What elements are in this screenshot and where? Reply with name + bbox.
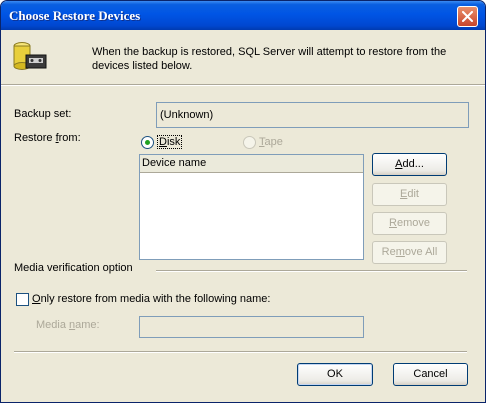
only-restore-media-label[interactable]: Only restore from media with the followi… xyxy=(32,293,270,305)
window-title: Choose Restore Devices xyxy=(9,8,141,23)
tape-radio-label[interactable]: Tape xyxy=(259,136,283,148)
database-tape-icon xyxy=(13,42,47,70)
backup-set-field: (Unknown) xyxy=(156,102,469,128)
tape-radio[interactable] xyxy=(243,136,256,149)
restore-from-label: Restore from: xyxy=(14,132,81,144)
media-verification-label: Media verification option xyxy=(14,262,133,274)
cancel-button[interactable]: Cancel xyxy=(393,363,468,386)
backup-set-label: Backup set: xyxy=(14,108,72,120)
close-button[interactable] xyxy=(457,6,478,27)
remove-all-button[interactable]: Remove All xyxy=(372,241,447,264)
add-button[interactable]: Add... xyxy=(372,153,447,176)
title-bar[interactable]: Choose Restore Devices xyxy=(1,1,485,30)
device-name-header-label: Device name xyxy=(142,157,207,169)
disk-radio[interactable] xyxy=(141,136,154,149)
radio-selected-dot xyxy=(145,140,150,145)
choose-restore-devices-dialog: Choose Restore Devices When the backup i… xyxy=(0,0,486,403)
media-verification-separator xyxy=(156,270,467,272)
info-text: When the backup is restored, SQL Server … xyxy=(92,46,447,72)
media-name-field[interactable] xyxy=(139,316,364,338)
only-restore-media-checkbox[interactable] xyxy=(16,293,29,306)
ok-button[interactable]: OK xyxy=(297,363,373,386)
edit-button[interactable]: Edit xyxy=(372,183,447,206)
disk-radio-label[interactable]: Disk xyxy=(157,135,183,149)
remove-button[interactable]: Remove xyxy=(372,212,447,235)
device-name-column-header[interactable]: Device name xyxy=(140,155,363,173)
close-icon xyxy=(462,11,473,22)
header-separator xyxy=(1,84,485,86)
footer-separator xyxy=(14,351,467,353)
device-list[interactable]: Device name xyxy=(139,154,364,260)
media-name-label: Media name: xyxy=(36,319,100,331)
backup-set-value: (Unknown) xyxy=(160,109,214,121)
